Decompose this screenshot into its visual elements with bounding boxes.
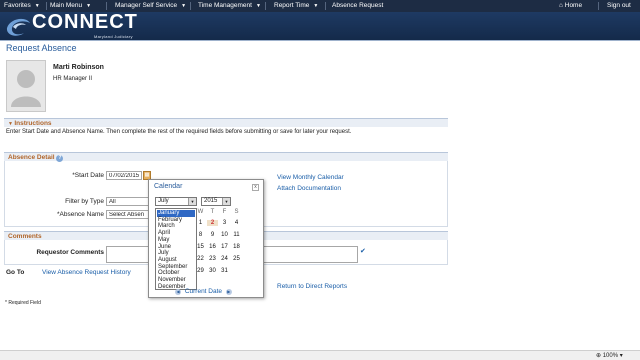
current-date-control: ◀ Current Date ▶	[175, 288, 232, 295]
calendar-day[interactable]: 24	[219, 256, 230, 262]
absence-detail-header-text: Absence Detail	[8, 154, 55, 161]
return-direct-reports-link[interactable]: Return to Direct Reports	[277, 283, 347, 290]
close-icon[interactable]: x	[252, 184, 259, 191]
nav-report-time[interactable]: Report Time ▼	[274, 2, 318, 9]
home-link[interactable]: ⌂ Home	[559, 2, 582, 9]
instructions-text: Enter Start Date and Absence Name. Then …	[6, 129, 352, 135]
page-title: Request Absence	[6, 43, 77, 53]
required-field-note: * Required Field	[5, 300, 41, 306]
instructions-header-text: Instructions	[14, 120, 52, 127]
calendar-day[interactable]: 18	[231, 244, 242, 250]
previous-icon[interactable]: ◀	[175, 289, 181, 295]
employee-name: Marti Robinson	[53, 64, 104, 71]
employee-title: HR Manager II	[53, 76, 93, 82]
year-dropdown-value: 2015	[204, 198, 218, 204]
banner-divider	[0, 40, 640, 41]
nav-main-menu[interactable]: Main Menu ▼	[50, 2, 91, 9]
weekday-header: S	[234, 209, 239, 215]
current-date-link[interactable]: Current Date	[185, 288, 222, 295]
swirl-logo-icon	[6, 18, 30, 36]
spellcheck-icon[interactable]: ✔	[360, 247, 366, 255]
nav-absence-request[interactable]: Absence Request	[332, 2, 383, 9]
person-silhouette-icon	[11, 70, 41, 107]
browser-status-bar: ⊕ 100% ▾	[0, 350, 640, 360]
home-icon: ⌂	[559, 2, 563, 9]
absence-history-link[interactable]: View Absence Request History	[42, 269, 131, 276]
zoom-control[interactable]: ⊕ 100% ▾	[596, 352, 623, 359]
nav-label: Time Management	[198, 2, 252, 9]
calendar-day[interactable]: 10	[219, 232, 230, 238]
zoom-level: 100%	[602, 353, 619, 359]
attach-documentation-link[interactable]: Attach Documentation	[277, 185, 341, 192]
chevron-down-icon: ▼	[86, 3, 92, 9]
next-icon[interactable]: ▶	[225, 289, 232, 295]
requestor-comments-label: Requestor Comments	[36, 249, 104, 256]
calendar-day[interactable]: 23	[207, 256, 218, 262]
divider	[106, 2, 107, 10]
month-dropdown-list: January February March April May June July Augu…	[155, 208, 197, 290]
calendar-day[interactable]: 17	[219, 244, 230, 250]
magnifier-icon: ⊕	[596, 353, 602, 359]
nav-label: Main Menu	[50, 2, 83, 9]
divider	[265, 2, 266, 10]
calendar-day[interactable]: 31	[219, 268, 230, 274]
chevron-down-icon: ▼	[188, 198, 196, 205]
avatar	[6, 60, 46, 112]
divider	[598, 2, 599, 10]
calendar-day[interactable]: 11	[231, 232, 242, 238]
year-dropdown[interactable]: 2015 ▼	[201, 197, 231, 206]
nav-label: Report Time	[274, 2, 310, 9]
chevron-down-icon: ▼	[181, 3, 187, 9]
divider	[46, 2, 47, 10]
month-dropdown[interactable]: July ▼	[155, 197, 197, 206]
nav-label: Favorites	[4, 2, 31, 9]
calendar-day[interactable]: 25	[231, 256, 242, 262]
goto-label: Go To	[6, 269, 25, 276]
view-monthly-calendar-link[interactable]: View Monthly Calendar	[277, 174, 344, 181]
nav-manager-self-service[interactable]: Manager Self Service ▼	[115, 2, 186, 9]
chevron-down-icon: ▼	[313, 3, 319, 9]
calendar-day[interactable]: 30	[207, 268, 218, 274]
calendar-day[interactable]: 3	[219, 220, 230, 226]
calendar-title: Calendar	[154, 183, 183, 190]
filter-type-select[interactable]	[106, 197, 150, 206]
home-label: Home	[564, 2, 583, 9]
calendar-day[interactable]: 16	[207, 244, 218, 250]
divider	[190, 2, 191, 10]
start-date-label: *Start Date	[72, 172, 104, 179]
calendar-day[interactable]: 4	[231, 220, 242, 226]
filter-type-label: Filter by Type	[65, 198, 104, 205]
absence-name-label: *Absence Name	[57, 211, 104, 218]
brand-subtitle: Maryland Judiciary	[94, 34, 133, 39]
absence-name-select[interactable]	[106, 210, 150, 219]
instructions-header[interactable]: ▼ Instructions	[4, 118, 448, 127]
month-dropdown-value: July	[158, 198, 169, 204]
divider	[325, 2, 326, 10]
chevron-down-icon: ▼	[222, 198, 230, 205]
chevron-down-icon: ▼	[255, 3, 261, 9]
brand-logo-text: CONNECT	[32, 11, 138, 33]
nav-label: Manager Self Service	[115, 2, 178, 9]
nav-favorites[interactable]: Favorites ▼	[4, 2, 40, 9]
calendar-day[interactable]: 2	[207, 220, 218, 226]
absence-detail-header: Absence Detail ?	[4, 152, 448, 162]
calendar-day[interactable]: 9	[207, 232, 218, 238]
calendar-popup: Calendar x July ▼ 2015 ▼ W T F S 1 2 3 4 8 9 10 11 1…	[148, 179, 264, 298]
weekday-header: F	[222, 209, 227, 215]
nav-time-management[interactable]: Time Management ▼	[198, 2, 261, 9]
sign-out-link[interactable]: Sign out	[607, 2, 631, 9]
weekday-header: T	[210, 209, 215, 215]
instructions-label: ▼ Instructions	[8, 120, 52, 127]
start-date-input[interactable]	[106, 171, 142, 180]
chevron-down-icon: ▼	[34, 3, 40, 9]
comments-label: Comments	[8, 233, 42, 240]
